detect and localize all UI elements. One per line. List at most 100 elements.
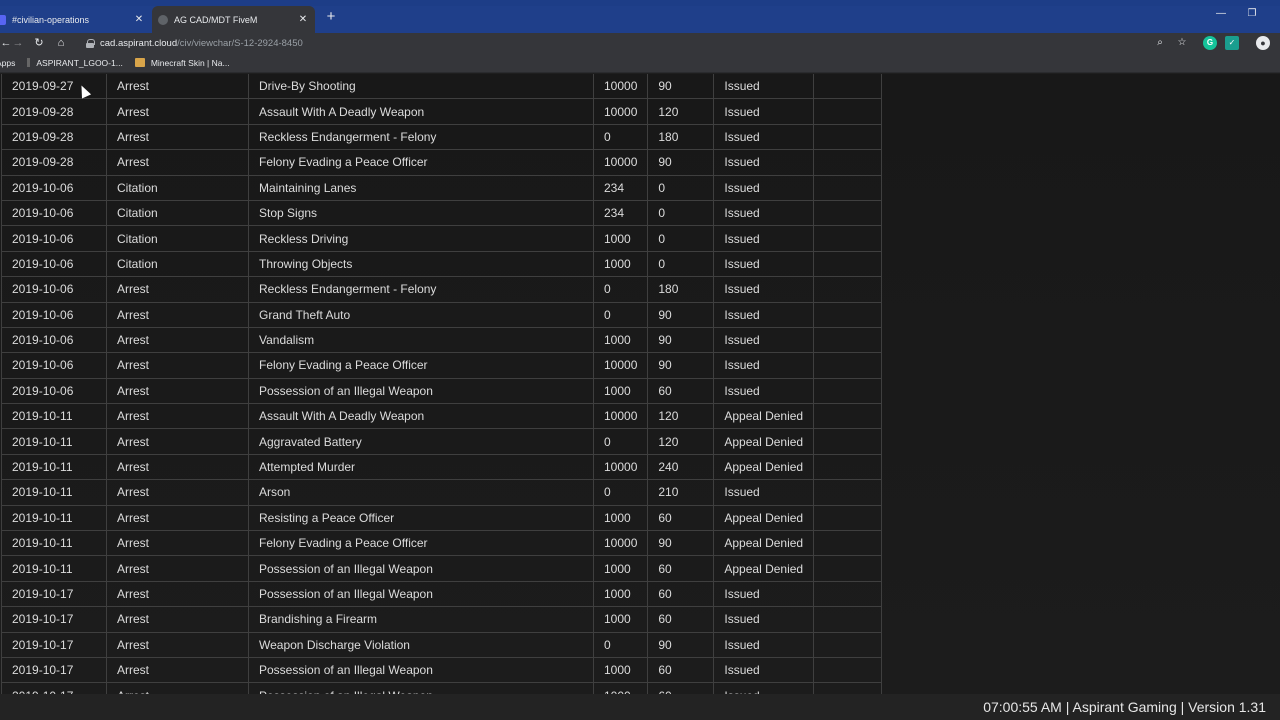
record-fine: 1000 [592,682,649,694]
record-status: Issued [713,682,815,694]
record-fine: 0 [592,631,649,658]
record-fine: 10000 [592,403,649,430]
record-type: Arrest [106,403,249,430]
table-row: 2019-10-17ArrestPossession of an Illegal… [1,682,883,694]
record-charge: Possession of an Illegal Weapon [248,656,594,684]
lock-icon [86,38,95,48]
record-charge: Attempted Murder [248,453,594,481]
record-charge: Possession of an Illegal Weapon [248,580,594,608]
tab-title: #civilian-operations [12,14,90,25]
table-row: 2019-10-11 Arrest Possession of an Illegal… [1,555,883,582]
record-actions-cell [813,225,883,252]
record-date: 2019-10-06 [1,352,107,379]
record-jail-time: 240 [647,453,715,481]
record-fine: 1000 [592,606,649,633]
address-bar[interactable]: cad.aspirant.cloud/civ/viewchar/S-12-292… [80,34,1180,52]
table-row: 2019-10-06 Citation Stop Signs 234 0 Issued [1,199,883,227]
record-charge: Vandalism [248,326,594,354]
record-fine: 10000 [592,98,649,125]
record-status: Appeal Denied [713,555,815,582]
profile-avatar-icon[interactable]: ● [1256,36,1270,50]
extension-icon[interactable]: ✓ [1225,36,1239,50]
record-type: Arrest [106,301,249,328]
url-host: cad.aspirant.cloud [100,37,178,49]
record-actions-cell [813,504,883,532]
record-charge: Possession of an Illegal Weapon [248,555,594,582]
table-row: 2019-10-17ArrestPossession of an Illegal… [1,580,883,608]
record-actions-cell [813,555,883,582]
record-status: Issued [713,250,815,278]
record-status: Issued [713,174,815,201]
record-status: Issued [713,631,815,658]
record-charge: Felony Evading a Peace Officer [248,530,594,557]
zoom-icon[interactable]: ⌕ [1153,36,1167,50]
table-row: 2019-10-06 Arrest Vandalism 1000 90 Issued [1,326,883,354]
url-path: /civ/viewchar/S-12-2924-8450 [177,37,303,49]
record-jail-time: 60 [647,580,715,608]
record-status: Issued [713,149,815,176]
page-content: 2019-09-27 Arrest Drive-By Shooting 10000 90… [0,74,1280,694]
record-fine: 0 [592,123,649,151]
record-actions-cell [813,174,883,201]
table-row: 2019-09-27 Arrest Drive-By Shooting 10000 90… [1,74,883,100]
record-date: 2019-10-11 [1,403,107,430]
record-fine: 10000 [592,530,649,557]
record-date: 2019-10-11 [1,530,107,557]
record-charge: Grand Theft Auto [248,301,594,328]
record-jail-time: 60 [647,656,715,684]
bookmark-aspirant-logo[interactable]: ASPIRANT_LGOO-1... [27,58,123,68]
record-actions-cell [813,606,883,633]
record-type: Arrest [106,606,249,633]
record-fine: 0 [592,301,649,328]
restore-icon[interactable]: ❐ [1237,8,1267,24]
record-charge: Arson [248,479,594,506]
minecraft-icon [134,58,145,67]
record-fine: 1000 [592,377,649,405]
new-tab-plus-icon[interactable]: + [322,8,340,26]
close-icon[interactable]: ✕ [295,14,311,25]
record-type: Arrest [106,276,249,303]
record-type: Arrest [106,453,249,481]
tab-ag-cad[interactable]: AG CAD/MDT FiveM ✕ [152,6,315,33]
record-date: 2019-10-17 [1,606,107,633]
record-date: 2019-10-17 [1,631,107,658]
home-icon[interactable]: ⌂ [53,35,69,51]
record-status: Issued [713,74,815,100]
record-actions-cell [813,149,883,176]
table-row: 2019-10-11 Arrest Assault With A Deadly We… [1,403,883,430]
tab-civilian-operations[interactable]: #civilian-operations ✕ [0,6,151,33]
reload-icon[interactable]: ↻ [31,35,47,51]
forward-arrow-icon[interactable]: → [10,35,26,51]
record-charge: Aggravated Battery [248,428,594,455]
record-date: 2019-10-17 [1,682,107,694]
table-row: 2019-10-17 Arrest Brandishing a Firearm 100… [1,606,883,633]
minimize-icon[interactable]: — [1206,8,1236,24]
record-charge: Weapon Discharge Violation [248,631,594,658]
grammarly-extension-icon[interactable]: G [1203,36,1217,50]
record-charge: Reckless Driving [248,225,594,252]
record-fine: 1000 [592,504,649,532]
record-type: Arrest [106,352,249,379]
bookmark-minecraft-skin[interactable]: Minecraft Skin | Na... [134,58,230,68]
record-charge: Stop Signs [248,199,594,227]
record-status: Issued [713,580,815,608]
bookmark-star-icon[interactable]: ☆ [1175,36,1189,50]
record-jail-time: 60 [647,682,715,694]
close-icon[interactable]: ✕ [131,14,147,25]
record-fine: 10000 [592,74,649,100]
record-date: 2019-10-11 [1,504,107,532]
bookmark-apps[interactable]: Apps [0,58,15,68]
record-fine: 1000 [592,656,649,684]
record-jail-time: 120 [647,98,715,125]
table-row: 2019-10-06 Citation Throwing Objects 1000 0 I… [1,250,883,278]
record-fine: 1000 [592,555,649,582]
table-row: 2019-10-17ArrestPossession of an Illegal… [1,656,883,684]
record-status: Issued [713,326,815,354]
record-jail-time: 90 [647,74,715,100]
record-type: Arrest [106,479,249,506]
record-status: Appeal Denied [713,428,815,455]
record-jail-time: 60 [647,504,715,532]
record-actions-cell [813,276,883,303]
record-fine: 234 [592,199,649,227]
record-date: 2019-10-06 [1,326,107,354]
